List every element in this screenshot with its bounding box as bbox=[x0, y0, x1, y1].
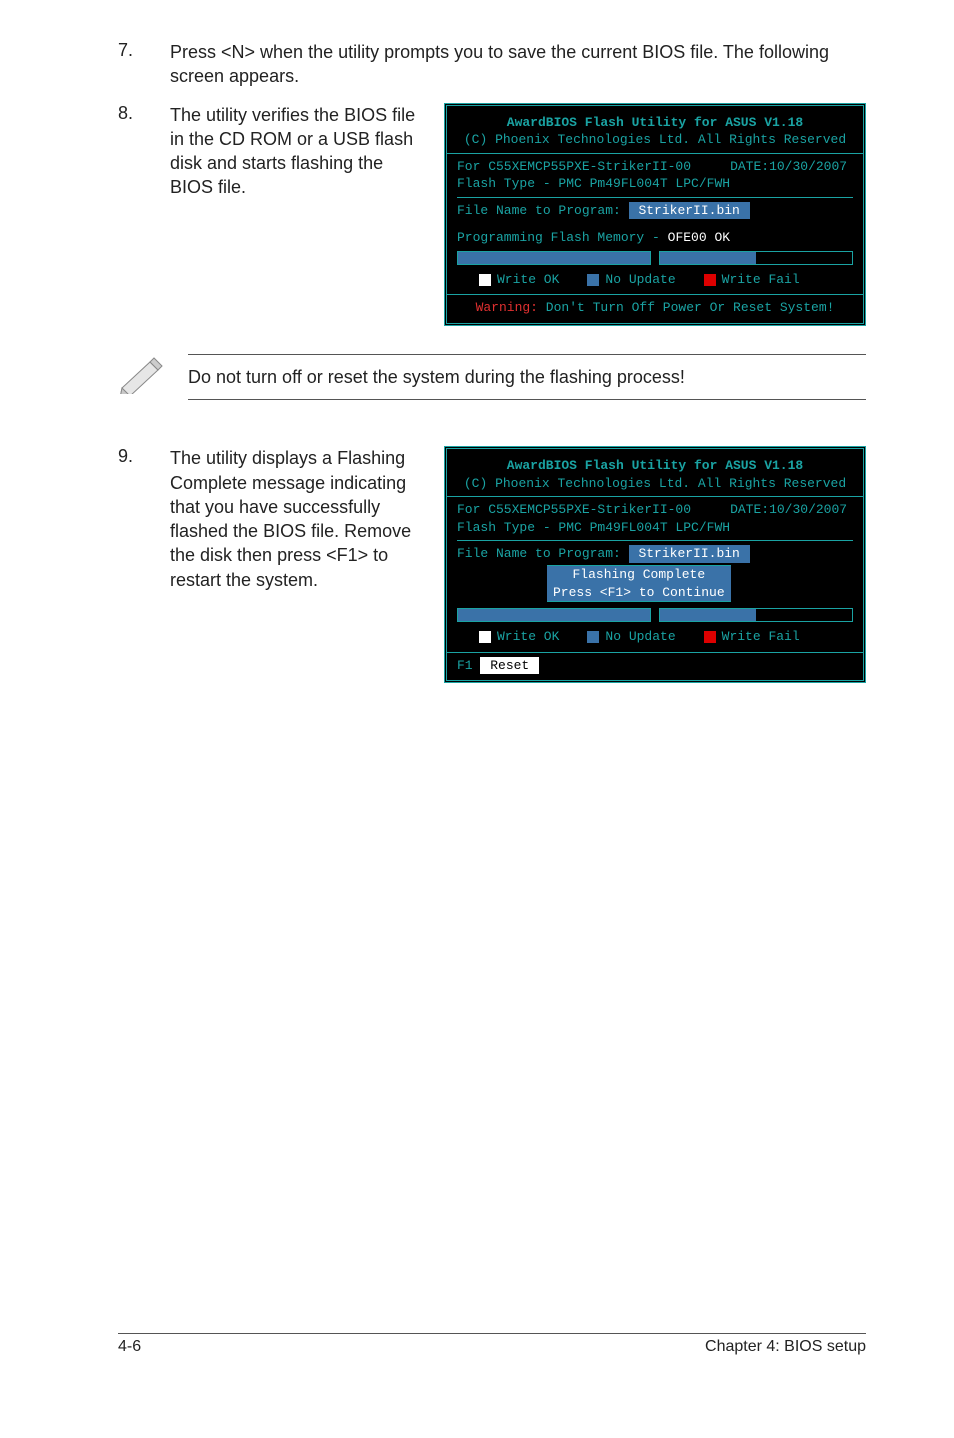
footer-chapter: Chapter 4: BIOS setup bbox=[705, 1338, 866, 1356]
progress-bars-2 bbox=[457, 608, 853, 622]
terminal2-file-line: File Name to Program: StrikerII.bin bbox=[457, 545, 853, 563]
step-8-number: 8. bbox=[118, 103, 170, 200]
write-ok-icon bbox=[479, 274, 491, 286]
terminal-programming-line: Programming Flash Memory - OFE00 OK bbox=[457, 229, 853, 247]
terminal-model-line: For C55XEMCP55PXE-StrikerII-00 DATE:10/3… bbox=[457, 158, 853, 176]
progress-bar-1 bbox=[457, 251, 651, 265]
terminal2-title: AwardBIOS Flash Utility for ASUS V1.18 bbox=[457, 457, 853, 475]
bios-terminal-programming: AwardBIOS Flash Utility for ASUS V1.18 (… bbox=[444, 103, 866, 326]
note-callout: Do not turn off or reset the system duri… bbox=[118, 354, 866, 400]
terminal2-flash-type: Flash Type - PMC Pm49FL004T LPC/FWH bbox=[457, 519, 853, 537]
step-7-number: 7. bbox=[118, 40, 170, 89]
terminal-flash-type: Flash Type - PMC Pm49FL004T LPC/FWH bbox=[457, 175, 853, 193]
bios-terminal-complete: AwardBIOS Flash Utility for ASUS V1.18 (… bbox=[444, 446, 866, 683]
step-7-text: Press <N> when the utility prompts you t… bbox=[170, 40, 866, 89]
legend2-write-ok: Write OK bbox=[479, 628, 559, 646]
progress-bar-2a bbox=[457, 608, 651, 622]
legend2-no-update: No Update bbox=[587, 628, 675, 646]
no-update-icon-2 bbox=[587, 631, 599, 643]
note-text: Do not turn off or reset the system duri… bbox=[188, 365, 866, 389]
flashing-complete-box: Flashing Complete Press <F1> to Continue bbox=[547, 565, 731, 602]
terminal2-model-line: For C55XEMCP55PXE-StrikerII-00 DATE:10/3… bbox=[457, 501, 853, 519]
progress-bar-2b bbox=[659, 608, 853, 622]
footer-page-number: 4-6 bbox=[118, 1338, 141, 1356]
legend-write-fail: Write Fail bbox=[704, 271, 800, 289]
step-7: 7. Press <N> when the utility prompts yo… bbox=[118, 40, 866, 89]
terminal-title: AwardBIOS Flash Utility for ASUS V1.18 bbox=[457, 114, 853, 132]
terminal2-copyright: (C) Phoenix Technologies Ltd. All Rights… bbox=[457, 475, 853, 493]
terminal-file-line: File Name to Program: StrikerII.bin bbox=[457, 202, 853, 220]
page-footer: 4-6 Chapter 4: BIOS setup bbox=[118, 1333, 866, 1356]
legend2-write-fail: Write Fail bbox=[704, 628, 800, 646]
no-update-icon bbox=[587, 274, 599, 286]
write-fail-icon bbox=[704, 274, 716, 286]
progress-bar-2 bbox=[659, 251, 853, 265]
legend-no-update: No Update bbox=[587, 271, 675, 289]
terminal-warning: Warning: Don't Turn Off Power Or Reset S… bbox=[457, 299, 853, 317]
step-9-text: The utility displays a Flashing Complete… bbox=[170, 446, 428, 592]
step-8-text: The utility verifies the BIOS file in th… bbox=[170, 103, 428, 200]
terminal-copyright: (C) Phoenix Technologies Ltd. All Rights… bbox=[457, 131, 853, 149]
write-ok-icon-2 bbox=[479, 631, 491, 643]
write-fail-icon-2 bbox=[704, 631, 716, 643]
terminal2-f1-line: F1 Reset bbox=[457, 657, 853, 675]
progress-bars bbox=[457, 251, 853, 265]
legend: Write OK No Update Write Fail bbox=[479, 271, 853, 289]
legend-2: Write OK No Update Write Fail bbox=[479, 628, 853, 646]
pencil-icon bbox=[118, 354, 188, 399]
step-9-number: 9. bbox=[118, 446, 170, 592]
legend-write-ok: Write OK bbox=[479, 271, 559, 289]
